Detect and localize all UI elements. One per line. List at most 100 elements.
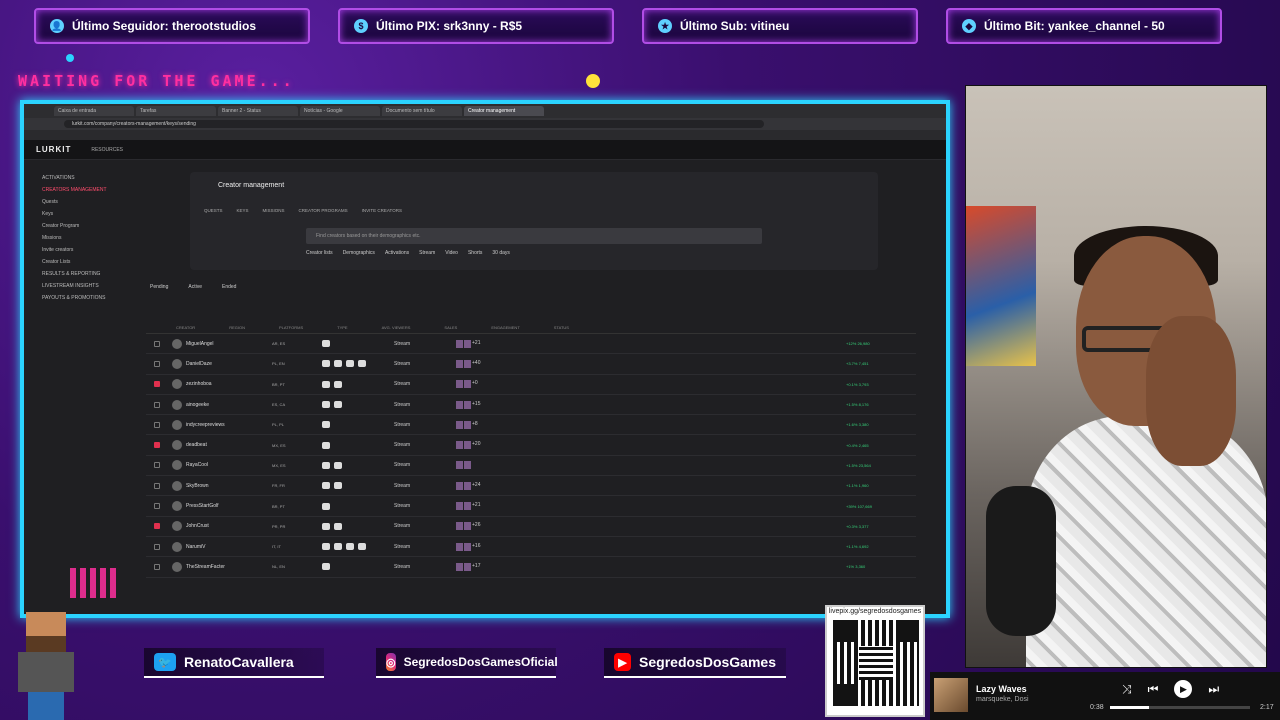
sidebar-item[interactable]: Quests bbox=[32, 196, 140, 208]
row-checkbox[interactable] bbox=[154, 462, 160, 469]
table-row[interactable]: NarumiV IT, IT Stream +16 +1.1% 4,692 bbox=[146, 537, 916, 558]
sidebar-item[interactable]: RESULTS & REPORTING bbox=[32, 268, 140, 280]
row-checkbox[interactable] bbox=[154, 563, 160, 570]
row-checkbox[interactable] bbox=[154, 421, 160, 428]
progress-bar[interactable] bbox=[1110, 706, 1250, 709]
table-row[interactable]: DanielDaze PL, EN Stream +40 +3.7% 7,451 bbox=[146, 354, 916, 375]
column-header[interactable]: SALES bbox=[444, 325, 457, 330]
panel-subtab[interactable]: CREATOR PROGRAMS bbox=[299, 208, 348, 213]
row-checkbox[interactable] bbox=[154, 360, 160, 367]
sidebar-item[interactable]: CREATORS MANAGEMENT bbox=[32, 184, 140, 196]
previous-icon[interactable]: ⏮ bbox=[1148, 682, 1159, 697]
filter-chip[interactable]: 30 days bbox=[492, 250, 510, 256]
platform-icon[interactable] bbox=[322, 522, 330, 530]
platform-icon[interactable] bbox=[322, 502, 330, 510]
creator-name[interactable]: deadbeat bbox=[186, 442, 207, 448]
filter-chip[interactable]: Stream bbox=[419, 250, 435, 256]
platform-icon[interactable] bbox=[346, 543, 354, 551]
platform-icon[interactable] bbox=[322, 563, 330, 571]
column-header[interactable]: CREATOR bbox=[176, 325, 195, 330]
panel-subtab[interactable]: MISSIONS bbox=[263, 208, 285, 213]
creator-name[interactable]: NarumiV bbox=[186, 544, 205, 550]
platform-icon[interactable] bbox=[322, 543, 330, 551]
browser-tab[interactable]: Documento sem título bbox=[382, 106, 462, 116]
table-row[interactable]: ainogeeke ES, CA Stream +15 +1.5% 8,176 bbox=[146, 395, 916, 416]
table-row[interactable]: PressStartGolf BR, PT Stream +21 +39% 107,66… bbox=[146, 496, 916, 517]
row-checkbox[interactable] bbox=[154, 442, 160, 449]
column-header[interactable]: ENGAGEMENT bbox=[491, 325, 519, 330]
filter-chip[interactable]: Activations bbox=[385, 250, 409, 256]
filter-chip[interactable]: Shorts bbox=[468, 250, 482, 256]
platform-icon[interactable] bbox=[358, 360, 366, 368]
sidebar-item[interactable]: Missions bbox=[32, 232, 140, 244]
platform-icon[interactable] bbox=[322, 461, 330, 469]
creator-name[interactable]: TheStreamFacter bbox=[186, 564, 225, 570]
browser-tab[interactable]: Notícias - Google bbox=[300, 106, 380, 116]
table-row[interactable]: MiguelAngel AR, ES Stream +21 +12% 26,980 bbox=[146, 334, 916, 355]
creator-name[interactable]: DanielDaze bbox=[186, 361, 212, 367]
row-checkbox[interactable] bbox=[154, 340, 160, 347]
resources-menu[interactable]: RESOURCES bbox=[91, 147, 123, 153]
platform-icon[interactable] bbox=[334, 482, 342, 490]
sidebar-item[interactable]: Invite creators bbox=[32, 244, 140, 256]
browser-tab[interactable]: Tarefas bbox=[136, 106, 216, 116]
filter-chip[interactable]: Video bbox=[445, 250, 458, 256]
creator-name[interactable]: PressStartGolf bbox=[186, 503, 219, 509]
table-row[interactable]: indycreepreviews PL, PL Stream +8 +1.6% 3,38… bbox=[146, 415, 916, 436]
state-tab[interactable]: Ended bbox=[222, 284, 236, 290]
sidebar-item[interactable]: Creator Lists bbox=[32, 256, 140, 268]
state-tab[interactable]: Active bbox=[188, 284, 202, 290]
next-icon[interactable]: ⏭ bbox=[1208, 682, 1219, 697]
sidebar-item[interactable]: PAYOUTS & PROMOTIONS bbox=[32, 292, 140, 304]
row-checkbox[interactable] bbox=[154, 381, 160, 388]
platform-icon[interactable] bbox=[322, 340, 330, 348]
creator-name[interactable]: SkyBrown bbox=[186, 483, 209, 489]
browser-tab[interactable]: Banner 2 - Status bbox=[218, 106, 298, 116]
platform-icon[interactable] bbox=[322, 360, 330, 368]
column-header[interactable]: STATUS bbox=[554, 325, 569, 330]
column-header[interactable]: AVG. VIEWERS bbox=[382, 325, 411, 330]
browser-tab[interactable]: Caixa de entrada bbox=[54, 106, 134, 116]
creator-name[interactable]: indycreepreviews bbox=[186, 422, 225, 428]
creator-name[interactable]: ainogeeke bbox=[186, 402, 209, 408]
platform-icon[interactable] bbox=[322, 482, 330, 490]
creator-name[interactable]: zezinhoboa bbox=[186, 381, 212, 387]
platform-icon[interactable] bbox=[322, 401, 330, 409]
platform-icon[interactable] bbox=[346, 360, 354, 368]
sidebar-item[interactable]: Creator Program bbox=[32, 220, 140, 232]
creator-name[interactable]: MiguelAngel bbox=[186, 341, 214, 347]
table-row[interactable]: RayaCool MX, ES Stream +1.5% 23,564 bbox=[146, 456, 916, 477]
panel-subtab[interactable]: INVITE CREATORS bbox=[362, 208, 402, 213]
platform-icon[interactable] bbox=[334, 522, 342, 530]
creator-name[interactable]: RayaCool bbox=[186, 462, 208, 468]
sidebar-item[interactable]: ACTIVATIONS bbox=[32, 172, 140, 184]
row-checkbox[interactable] bbox=[154, 543, 160, 550]
sidebar-item[interactable]: Keys bbox=[32, 208, 140, 220]
lurkit-logo[interactable]: LURKIT bbox=[36, 145, 71, 154]
browser-tab[interactable]: Creator management bbox=[464, 106, 544, 116]
row-checkbox[interactable] bbox=[154, 503, 160, 510]
table-row[interactable]: deadbeat MX, ES Stream +20 +0.4% 2,465 bbox=[146, 435, 916, 456]
table-row[interactable]: SkyBrown FR, FR Stream +24 +1.1% 1,960 bbox=[146, 476, 916, 497]
row-checkbox[interactable] bbox=[154, 482, 160, 489]
column-header[interactable]: TYPE bbox=[337, 325, 347, 330]
platform-icon[interactable] bbox=[334, 461, 342, 469]
platform-icon[interactable] bbox=[322, 421, 330, 429]
column-header[interactable]: PLATFORMS bbox=[279, 325, 303, 330]
filter-chip[interactable]: Creator lists bbox=[306, 250, 333, 256]
platform-icon[interactable] bbox=[322, 441, 330, 449]
address-bar[interactable]: lurkit.com/company/creators-management/k… bbox=[24, 118, 946, 130]
state-tab[interactable]: Pending bbox=[150, 284, 168, 290]
table-row[interactable]: zezinhoboa BR, PT Stream +0 +0.1% 3,793 bbox=[146, 375, 916, 395]
creator-search-input[interactable]: Find creators based on their demographic… bbox=[306, 228, 762, 244]
platform-icon[interactable] bbox=[334, 360, 342, 368]
platform-icon[interactable] bbox=[334, 543, 342, 551]
panel-subtab[interactable]: QUESTS bbox=[204, 208, 223, 213]
shuffle-icon[interactable]: ⤨ bbox=[1122, 682, 1132, 697]
table-row[interactable]: TheStreamFacter NL, EN Stream +17 +1% 3,360 bbox=[146, 557, 916, 578]
play-icon[interactable]: ▶ bbox=[1174, 680, 1193, 698]
row-checkbox[interactable] bbox=[154, 523, 160, 530]
platform-icon[interactable] bbox=[358, 543, 366, 551]
row-checkbox[interactable] bbox=[154, 401, 160, 408]
platform-icon[interactable] bbox=[322, 380, 330, 388]
